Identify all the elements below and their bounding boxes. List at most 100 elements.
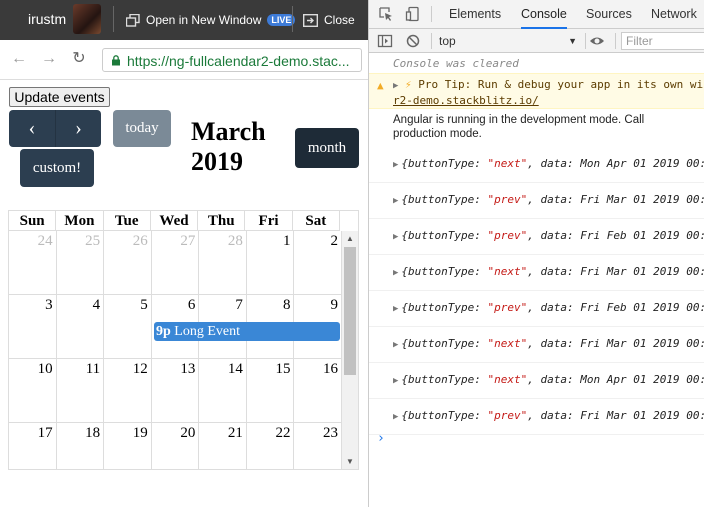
console-log-entry[interactable]: ▶ {buttonType: "prev", data: Fri Feb 01 2… <box>369 219 704 255</box>
calendar-day-cell[interactable]: 23 <box>294 423 342 469</box>
calendar-scrollbar[interactable]: ▲ ▼ <box>342 231 358 469</box>
calendar-day-cell[interactable]: 19 <box>104 423 152 469</box>
calendar-day-cell[interactable]: 11 <box>57 359 105 422</box>
calendar-day-cell[interactable]: 5 <box>104 295 152 358</box>
custom-button[interactable]: custom! <box>20 149 94 187</box>
expand-arrow-icon[interactable]: ▶ <box>393 160 398 170</box>
console-log-entry[interactable]: ▶ {buttonType: "prev", data: Fri Mar 01 2… <box>369 399 704 435</box>
url-input[interactable]: https://ng-fullcalendar2-demo.stac... <box>102 48 362 72</box>
calendar-day-cell[interactable]: 10 <box>9 359 57 422</box>
expand-arrow-icon[interactable]: ▶ <box>393 81 398 91</box>
stackblitz-topbar: irustm Open in New Window LIVE Close <box>0 0 368 40</box>
day-number: 14 <box>227 361 243 377</box>
expand-arrow-icon[interactable]: ▶ <box>393 196 398 206</box>
console-cleared-message: Console was cleared <box>393 57 519 70</box>
calendar-day-cell[interactable]: 14 <box>199 359 247 422</box>
reload-icon[interactable]: ↻ <box>70 50 88 68</box>
tab-sources[interactable]: Sources <box>586 0 632 29</box>
log-date: Mon Apr 01 2019 00: <box>580 373 704 386</box>
log-button-type: prev <box>494 193 521 206</box>
inspect-element-icon[interactable] <box>378 6 394 22</box>
log-prefix: {buttonType: <box>401 373 488 386</box>
calendar-day-cell[interactable]: 1 <box>247 231 295 294</box>
devtools-tabbar: Elements Console Sources Network <box>369 0 704 29</box>
calendar-day-cell[interactable]: 20 <box>152 423 200 469</box>
day-number: 16 <box>323 361 339 377</box>
calendar-day-cell[interactable]: 28 <box>199 231 247 294</box>
user-name[interactable]: irustm <box>28 11 66 27</box>
day-number: 6 <box>187 297 196 313</box>
console-log-entry[interactable]: ▶ {buttonType: "next", data: Mon Apr 01 2… <box>369 147 704 183</box>
angular-dev-mode-message: Angular is running in the development mo… <box>369 113 704 143</box>
expand-arrow-icon[interactable]: ▶ <box>393 412 398 422</box>
weekday-header-cell: Sat <box>293 211 340 230</box>
tab-console[interactable]: Console <box>521 0 567 29</box>
scrollbar-thumb[interactable] <box>344 247 356 375</box>
calendar-day-cell[interactable]: 3 <box>9 295 57 358</box>
avatar[interactable] <box>73 4 101 34</box>
expand-arrow-icon[interactable]: ▶ <box>393 232 398 242</box>
log-mid: , data: <box>527 409 581 422</box>
pro-tip-link[interactable]: r2-demo.stackblitz.io/ <box>393 94 539 107</box>
day-number: 9 <box>330 297 339 313</box>
expand-arrow-icon[interactable]: ▶ <box>393 268 398 278</box>
console-log-entry[interactable]: ▶ {buttonType: "next", data: Fri Mar 01 2… <box>369 327 704 363</box>
expand-arrow-icon[interactable]: ▶ <box>393 304 398 314</box>
log-button-type: next <box>494 265 521 278</box>
log-button-type: next <box>494 337 521 350</box>
calendar-day-cell[interactable]: 22 <box>247 423 295 469</box>
console-log-text: ▶ {buttonType: "next", data: Mon Apr 01 2… <box>393 157 704 170</box>
day-number: 21 <box>227 425 243 441</box>
calendar-day-cell[interactable]: 25 <box>57 231 105 294</box>
log-prefix: {buttonType: <box>401 229 488 242</box>
console-prompt[interactable]: › <box>377 431 704 446</box>
sidebar-toggle-icon[interactable] <box>377 33 393 49</box>
console-log-entry[interactable]: ▶ {buttonType: "next", data: Mon Apr 01 2… <box>369 363 704 399</box>
expand-arrow-icon[interactable]: ▶ <box>393 340 398 350</box>
expand-arrow-icon[interactable]: ▶ <box>393 376 398 386</box>
day-number: 11 <box>85 361 101 377</box>
calendar-day-cell[interactable]: 24 <box>9 231 57 294</box>
context-select[interactable]: top ▼ <box>439 32 581 50</box>
eye-icon[interactable] <box>589 33 605 49</box>
calendar-day-cell[interactable]: 15 <box>247 359 295 422</box>
calendar-day-cell[interactable]: 2 <box>294 231 342 294</box>
calendar-day-cell[interactable]: 18 <box>57 423 105 469</box>
tab-network[interactable]: Network <box>651 0 697 29</box>
calendar-day-cell[interactable]: 27 <box>152 231 200 294</box>
day-number: 13 <box>180 361 196 377</box>
calendar-day-cell[interactable]: 26 <box>104 231 152 294</box>
today-button[interactable]: today <box>113 110 171 147</box>
console-log-entry[interactable]: ▶ {buttonType: "prev", data: Fri Feb 01 2… <box>369 291 704 327</box>
open-new-window-button[interactable]: Open in New Window LIVE <box>126 11 296 29</box>
scroll-down-icon[interactable]: ▼ <box>342 457 358 466</box>
calendar-day-cell[interactable]: 4 <box>57 295 105 358</box>
forward-icon[interactable]: → <box>40 50 58 68</box>
calendar-event[interactable]: 9p Long Event <box>154 322 340 341</box>
calendar-day-cell[interactable]: 21 <box>199 423 247 469</box>
console-filter-input[interactable]: Filter <box>621 32 704 50</box>
url-bar: ← → ↻ https://ng-fullcalendar2-demo.stac… <box>0 40 368 80</box>
calendar-day-cell[interactable]: 12 <box>104 359 152 422</box>
calendar-day-cell[interactable]: 17 <box>9 423 57 469</box>
next-button[interactable]: › <box>55 110 101 147</box>
calendar-day-cell[interactable]: 13 <box>152 359 200 422</box>
back-icon[interactable]: ← <box>10 50 28 68</box>
lock-icon <box>112 55 120 66</box>
scroll-up-icon[interactable]: ▲ <box>342 234 358 243</box>
calendar-day-cell[interactable]: 16 <box>294 359 342 422</box>
log-button-type: next <box>494 373 521 386</box>
calendar-body: 24 25 26 27 28 1 2 3 4 5 6 7 8 9 10 11 12 13 14 15 16 17 18 19 2… <box>9 231 342 469</box>
prev-button[interactable]: ‹ <box>9 110 55 147</box>
update-events-button[interactable]: Update events <box>9 87 110 107</box>
device-toolbar-icon[interactable] <box>405 6 421 22</box>
divider <box>615 33 616 49</box>
tab-elements[interactable]: Elements <box>449 0 501 29</box>
month-view-button[interactable]: month <box>295 128 359 168</box>
weekday-header: Sun Mon Tue Wed Thu Fri Sat <box>9 211 340 231</box>
log-button-type: prev <box>494 409 521 422</box>
console-log-entry[interactable]: ▶ {buttonType: "next", data: Fri Mar 01 2… <box>369 255 704 291</box>
console-log-entry[interactable]: ▶ {buttonType: "prev", data: Fri Mar 01 2… <box>369 183 704 219</box>
close-button[interactable]: Close <box>303 11 355 29</box>
clear-console-icon[interactable] <box>405 33 421 49</box>
